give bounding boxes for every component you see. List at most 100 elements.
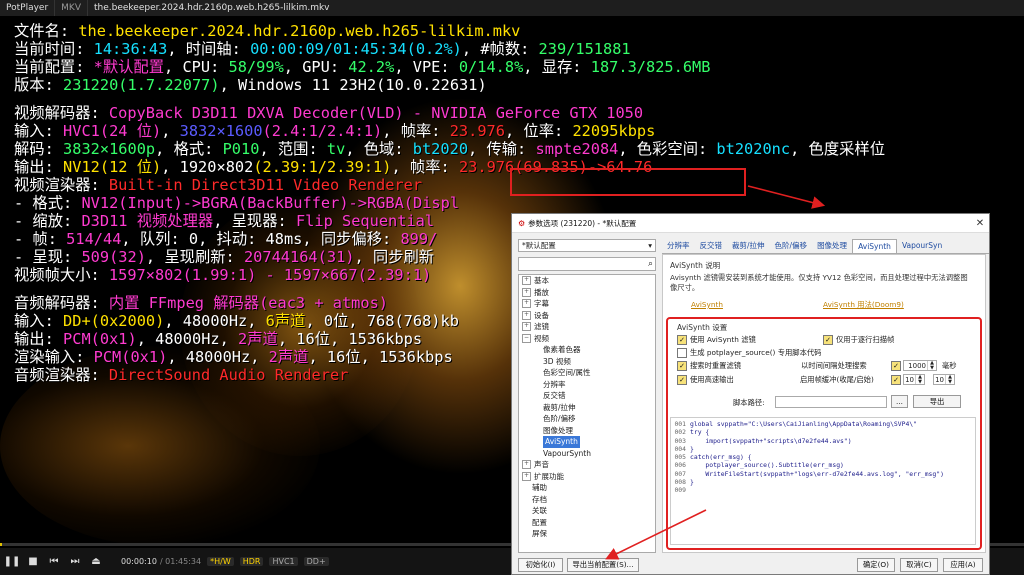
spinner-arrows-icon[interactable]: ▲ ▼ <box>927 361 936 370</box>
export-config-button[interactable]: 导出当前配置(S)... <box>567 558 639 572</box>
next-icon[interactable]: ⏭ <box>66 553 84 571</box>
tree-item-label: 裁剪/拉伸 <box>543 402 576 412</box>
profile-select[interactable]: *默认配置 ▾ <box>518 239 656 252</box>
collapse-icon[interactable]: − <box>522 333 531 343</box>
tab-file[interactable]: the.beekeeper.2024.hdr.2160p.web.h265-li… <box>86 0 336 16</box>
generate-script-checkbox[interactable]: 生成 potplayer_source() 专用脚本代码 <box>677 348 821 358</box>
tree-item-label: 色阶/偏移 <box>543 414 576 423</box>
frames: 514/44 <box>66 230 122 248</box>
stop-icon[interactable]: ■ <box>24 553 42 571</box>
tree-item[interactable]: 色彩空间/属性 <box>519 367 655 379</box>
search-icon[interactable]: ⌕ <box>648 259 653 269</box>
tree-item[interactable]: 裁剪/拉伸 <box>519 402 655 414</box>
eject-icon[interactable]: ⏏ <box>87 553 105 571</box>
reset-on-seek-checkbox[interactable]: ✓ 搜索时重置滤镜 <box>677 361 741 371</box>
buffer-tail-stepper[interactable]: 10 ▲ ▼ <box>933 374 955 385</box>
hw-badge[interactable]: *H/W <box>207 557 234 566</box>
tree-item[interactable]: 分辨率 <box>519 379 655 391</box>
expand-icon[interactable]: + <box>522 471 531 481</box>
buffer-head-stepper[interactable]: 10 ▲ ▼ <box>903 374 925 385</box>
close-icon[interactable]: ✕ <box>971 218 989 229</box>
tree-item[interactable]: − 视频 <box>519 333 655 345</box>
settings-tab[interactable]: 分辨率 <box>662 239 695 252</box>
tree-item[interactable]: AviSynth <box>519 436 655 448</box>
expand-icon[interactable]: + <box>522 276 531 286</box>
avisynth-link[interactable]: AviSynth <box>691 300 723 309</box>
expand-icon[interactable]: + <box>522 310 531 320</box>
osd-vren-row: 视频渲染器: Built-in Direct3D11 Video Rendere… <box>14 176 885 194</box>
seek-progress <box>0 543 3 546</box>
ms-unit: 毫秒 <box>942 361 957 370</box>
osd-vren-fmt-row: - 格式: NV12(Input)->BGRA(BackBuffer)->RGB… <box>14 194 885 212</box>
apply-button[interactable]: 应用(A) <box>943 558 983 572</box>
video-decoder: CopyBack D3D11 DXVA Decoder(VLD) - NVIDI… <box>108 104 644 122</box>
previous-icon[interactable]: ⏮ <box>45 553 63 571</box>
channels: 6声道 <box>265 312 306 330</box>
hdr-badge[interactable]: HDR <box>239 557 264 566</box>
code-text: import(svppath+"scripts\d7e2fe44.avs") <box>690 436 852 445</box>
fast-output-checkbox[interactable]: ✓ 使用高速输出 <box>677 375 734 385</box>
settings-tab[interactable]: 裁剪/拉伸 <box>727 239 770 252</box>
settings-tab[interactable]: 图像处理 <box>812 239 852 252</box>
tree-item[interactable]: + 声音 <box>519 459 655 471</box>
tree-item[interactable]: 辅助 <box>519 482 655 494</box>
expand-icon[interactable]: + <box>522 287 531 297</box>
progressive-only-checkbox[interactable]: ✓ 仅用于逐行扫描帧 <box>823 335 894 345</box>
tree-item[interactable]: + 滤镜 <box>519 321 655 333</box>
file-name: the.beekeeper.2024.hdr.2160p.web.h265-li… <box>78 22 521 40</box>
settings-tab[interactable]: VapourSyn <box>897 239 947 252</box>
spinner-arrows-icon[interactable]: ▲ ▼ <box>915 375 924 384</box>
label: 抖动: <box>216 230 257 248</box>
transfer: smpte2084 <box>535 140 619 158</box>
tree-item-label: 滤镜 <box>534 322 549 331</box>
value: 10 <box>935 375 944 384</box>
range: tv <box>326 140 346 158</box>
tree-item[interactable]: + 基本 <box>519 275 655 287</box>
settings-tab[interactable]: AviSynth <box>852 239 897 253</box>
tree-item[interactable]: + 扩展功能 <box>519 471 655 483</box>
tree-item-label: 图像处理 <box>543 425 573 435</box>
osd-config-row: 当前配置: *默认配置, CPU: 58/99%, GPU: 42.2%, VP… <box>14 58 711 76</box>
tab-mkv[interactable]: MKV <box>54 0 87 16</box>
tree-item[interactable]: + 设备 <box>519 310 655 322</box>
cancel-button[interactable]: 取消(C) <box>900 558 938 572</box>
tree-item[interactable]: 像素着色器 <box>519 344 655 356</box>
label: 帧率: <box>400 122 441 140</box>
spinner-arrows-icon[interactable]: ▲ ▼ <box>945 375 954 384</box>
script-editor[interactable]: 001 global svppath="C:\Users\CaiJianling\… <box>670 417 976 545</box>
audio-badge[interactable]: DD+ <box>303 557 329 566</box>
browse-button[interactable]: ... <box>891 395 908 408</box>
settings-tab[interactable]: 反交错 <box>695 239 728 252</box>
settings-tab[interactable]: 色阶/偏移 <box>770 239 813 252</box>
code-text: catch(err_msg) { <box>690 453 752 462</box>
label: 视频渲染器: <box>14 176 100 194</box>
expand-icon[interactable]: + <box>522 460 531 470</box>
use-avisynth-checkbox[interactable]: ✓ 使用 AviSynth 滤镜 <box>677 335 756 345</box>
avisynth-doom9-link[interactable]: AviSynth 用法(Doom9) <box>823 300 904 310</box>
tree-item[interactable]: + 播放 <box>519 287 655 299</box>
tree-item[interactable]: VapourSynth <box>519 448 655 460</box>
tree-item[interactable]: 存档 <box>519 494 655 506</box>
script-path-input[interactable] <box>775 396 887 408</box>
expand-icon[interactable]: + <box>522 322 531 332</box>
search-input[interactable]: ⌕ <box>518 257 656 271</box>
tree-item[interactable]: + 字幕 <box>519 298 655 310</box>
tree-item[interactable]: 关联 <box>519 505 655 517</box>
initialize-button[interactable]: 初始化(I) <box>518 558 563 572</box>
tree-item[interactable]: 配置 <box>519 517 655 529</box>
aspect: (2.4:1/2.4:1) <box>262 122 383 140</box>
ok-button[interactable]: 确定(O) <box>857 558 895 572</box>
label: VPE: <box>412 58 450 76</box>
profile: *默认配置 <box>93 58 165 76</box>
expand-icon[interactable]: + <box>522 299 531 309</box>
tree-item[interactable]: 反交错 <box>519 390 655 402</box>
timed-seek-stepper[interactable]: 1000 ▲ ▼ <box>903 360 937 371</box>
export-button[interactable]: 导出 <box>913 395 961 408</box>
pause-icon[interactable]: ❚❚ <box>3 553 21 571</box>
tree-item[interactable]: 3D 视频 <box>519 356 655 368</box>
codec-badge[interactable]: HVC1 <box>269 557 298 566</box>
tree-item[interactable]: 屏保 <box>519 528 655 540</box>
tree-item[interactable]: 图像处理 <box>519 425 655 437</box>
tree-item[interactable]: 色阶/偏移 <box>519 413 655 425</box>
format: P010 <box>222 140 260 158</box>
